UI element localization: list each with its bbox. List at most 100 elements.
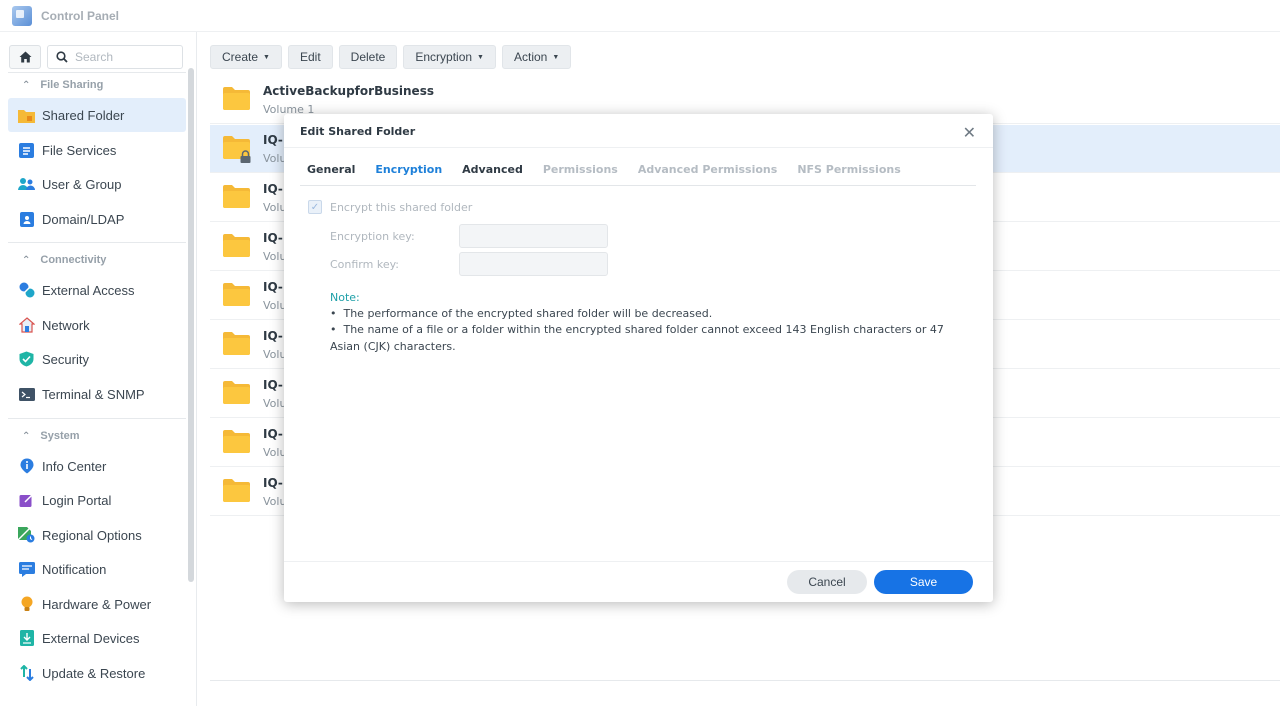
save-button[interactable]: Save — [874, 570, 973, 594]
note-item: • The performance of the encrypted share… — [330, 307, 713, 320]
folder-icon — [223, 479, 250, 502]
sidebar-item-label: Notification — [42, 561, 107, 577]
tab-nfs-permissions[interactable]: NFS Permissions — [797, 160, 900, 186]
edit-button[interactable]: Edit — [287, 45, 333, 69]
sidebar-item-hardware-power[interactable]: Hardware & Power — [8, 587, 186, 621]
sidebar-item-notification[interactable]: Notification — [8, 552, 186, 586]
chevron-up-icon: ⌃ — [22, 254, 31, 266]
folder-name: IQ- — [263, 378, 283, 392]
action-button[interactable]: Action ▼ — [501, 45, 572, 69]
sidebar-item-user-group[interactable]: User & Group — [8, 167, 186, 201]
section-connectivity[interactable]: ⌃ Connectivity — [8, 247, 186, 273]
sidebar-item-domain-ldap[interactable]: Domain/LDAP — [8, 202, 186, 236]
encryption-label: Encryption — [415, 50, 473, 64]
section-label: System — [40, 430, 80, 442]
lock-icon — [240, 150, 251, 163]
confirm-key-label: Confirm key: — [330, 258, 400, 271]
cancel-button[interactable]: Cancel — [787, 570, 867, 594]
folder-name: IQ- — [263, 280, 283, 294]
section-system[interactable]: ⌃ System — [8, 423, 186, 449]
user-group-icon — [18, 176, 35, 193]
search-input[interactable] — [75, 50, 170, 64]
sidebar-item-info-center[interactable]: Info Center — [8, 449, 186, 483]
section-label: Connectivity — [40, 254, 107, 266]
sidebar-item-security[interactable]: Security — [8, 342, 186, 376]
encrypt-folder-checkbox[interactable]: ✓ — [308, 200, 322, 214]
sidebar-item-label: Security — [42, 351, 89, 367]
regional-options-icon — [18, 527, 35, 544]
folder-icon — [223, 185, 250, 208]
folder-name: ActiveBackupforBusiness — [263, 84, 434, 98]
close-icon[interactable]: ✕ — [963, 123, 976, 143]
folder-name: IQ- — [263, 182, 283, 196]
title-bar: Control Panel — [0, 0, 1280, 32]
terminal-icon — [18, 386, 35, 403]
sidebar-item-label: Info Center — [42, 458, 107, 474]
network-icon — [18, 317, 35, 334]
sidebar-item-label: Login Portal — [42, 492, 112, 508]
folder-name: IQ- — [263, 231, 283, 245]
home-icon — [19, 51, 31, 63]
encryption-key-field[interactable] — [459, 224, 608, 248]
folder-icon — [223, 430, 250, 453]
sidebar-item-terminal-snmp[interactable]: Terminal & SNMP — [8, 377, 186, 411]
dialog-title: Edit Shared Folder — [300, 125, 416, 138]
sidebar-scrollbar[interactable] — [188, 68, 194, 582]
confirm-key-field[interactable] — [459, 252, 608, 276]
login-portal-icon — [18, 492, 35, 509]
sidebar-item-regional-options[interactable]: Regional Options — [8, 518, 186, 552]
folder-volume: Volu — [263, 201, 287, 214]
sidebar-item-external-devices[interactable]: External Devices — [8, 621, 186, 655]
tab-permissions[interactable]: Permissions — [543, 160, 618, 186]
dialog-footer-divider — [284, 561, 993, 562]
dialog-tabs: General Encryption Advanced Permissions … — [307, 160, 921, 186]
edit-label: Edit — [299, 50, 321, 64]
folder-volume: Volu — [263, 348, 287, 361]
sidebar-item-network[interactable]: Network — [8, 308, 186, 342]
security-shield-icon — [18, 351, 35, 368]
sidebar: ⌃ File Sharing Shared Folder File Servic… — [0, 32, 197, 706]
search-field[interactable] — [47, 45, 183, 69]
notification-icon — [18, 561, 35, 578]
sidebar-item-label: External Access — [42, 282, 135, 298]
sidebar-item-login-portal[interactable]: Login Portal — [8, 483, 186, 517]
sidebar-item-shared-folder[interactable]: Shared Folder — [8, 98, 186, 132]
create-button[interactable]: Create ▼ — [210, 45, 282, 69]
folder-name: IQ- — [263, 427, 283, 441]
action-label: Action — [513, 50, 548, 64]
sidebar-item-label: Regional Options — [42, 527, 142, 543]
folder-name: IQ- — [263, 476, 283, 490]
folder-icon — [223, 283, 250, 306]
delete-label: Delete — [350, 50, 386, 64]
edit-shared-folder-dialog: Edit Shared Folder ✕ General Encryption … — [284, 114, 993, 602]
sidebar-divider — [8, 418, 186, 419]
file-services-icon — [18, 142, 35, 159]
chevron-up-icon: ⌃ — [22, 79, 31, 91]
sidebar-item-file-services[interactable]: File Services — [8, 133, 186, 167]
sidebar-item-update-restore[interactable]: Update & Restore — [8, 656, 186, 690]
home-button[interactable] — [9, 45, 41, 69]
tab-encryption[interactable]: Encryption — [375, 160, 442, 186]
sidebar-divider — [8, 242, 186, 243]
note-item-text: The name of a file or a folder within th… — [330, 323, 944, 353]
section-file-sharing[interactable]: ⌃ File Sharing — [8, 72, 186, 98]
toolbar: Create ▼ Edit Delete Encryption ▼ Action ▼ — [210, 45, 572, 69]
section-label: File Sharing — [40, 79, 104, 91]
tab-general[interactable]: General — [307, 160, 355, 186]
tab-advanced[interactable]: Advanced — [462, 160, 523, 186]
folder-volume: Volu — [263, 299, 287, 312]
encrypt-folder-label: Encrypt this shared folder — [330, 200, 473, 214]
info-center-icon — [18, 458, 35, 475]
sidebar-item-label: User & Group — [42, 176, 122, 192]
folder-volume: Volu — [263, 250, 287, 263]
delete-button[interactable]: Delete — [338, 45, 398, 69]
note-item-text: The performance of the encrypted shared … — [343, 307, 713, 320]
encryption-button[interactable]: Encryption ▼ — [403, 45, 496, 69]
folder-name: IQ- — [263, 133, 283, 147]
sidebar-item-external-access[interactable]: External Access — [8, 273, 186, 307]
caret-down-icon: ▼ — [263, 53, 270, 61]
sidebar-item-label: Shared Folder — [42, 107, 125, 123]
dialog-header-divider — [284, 147, 993, 148]
tab-advanced-permissions[interactable]: Advanced Permissions — [638, 160, 777, 186]
update-restore-icon — [18, 665, 35, 682]
